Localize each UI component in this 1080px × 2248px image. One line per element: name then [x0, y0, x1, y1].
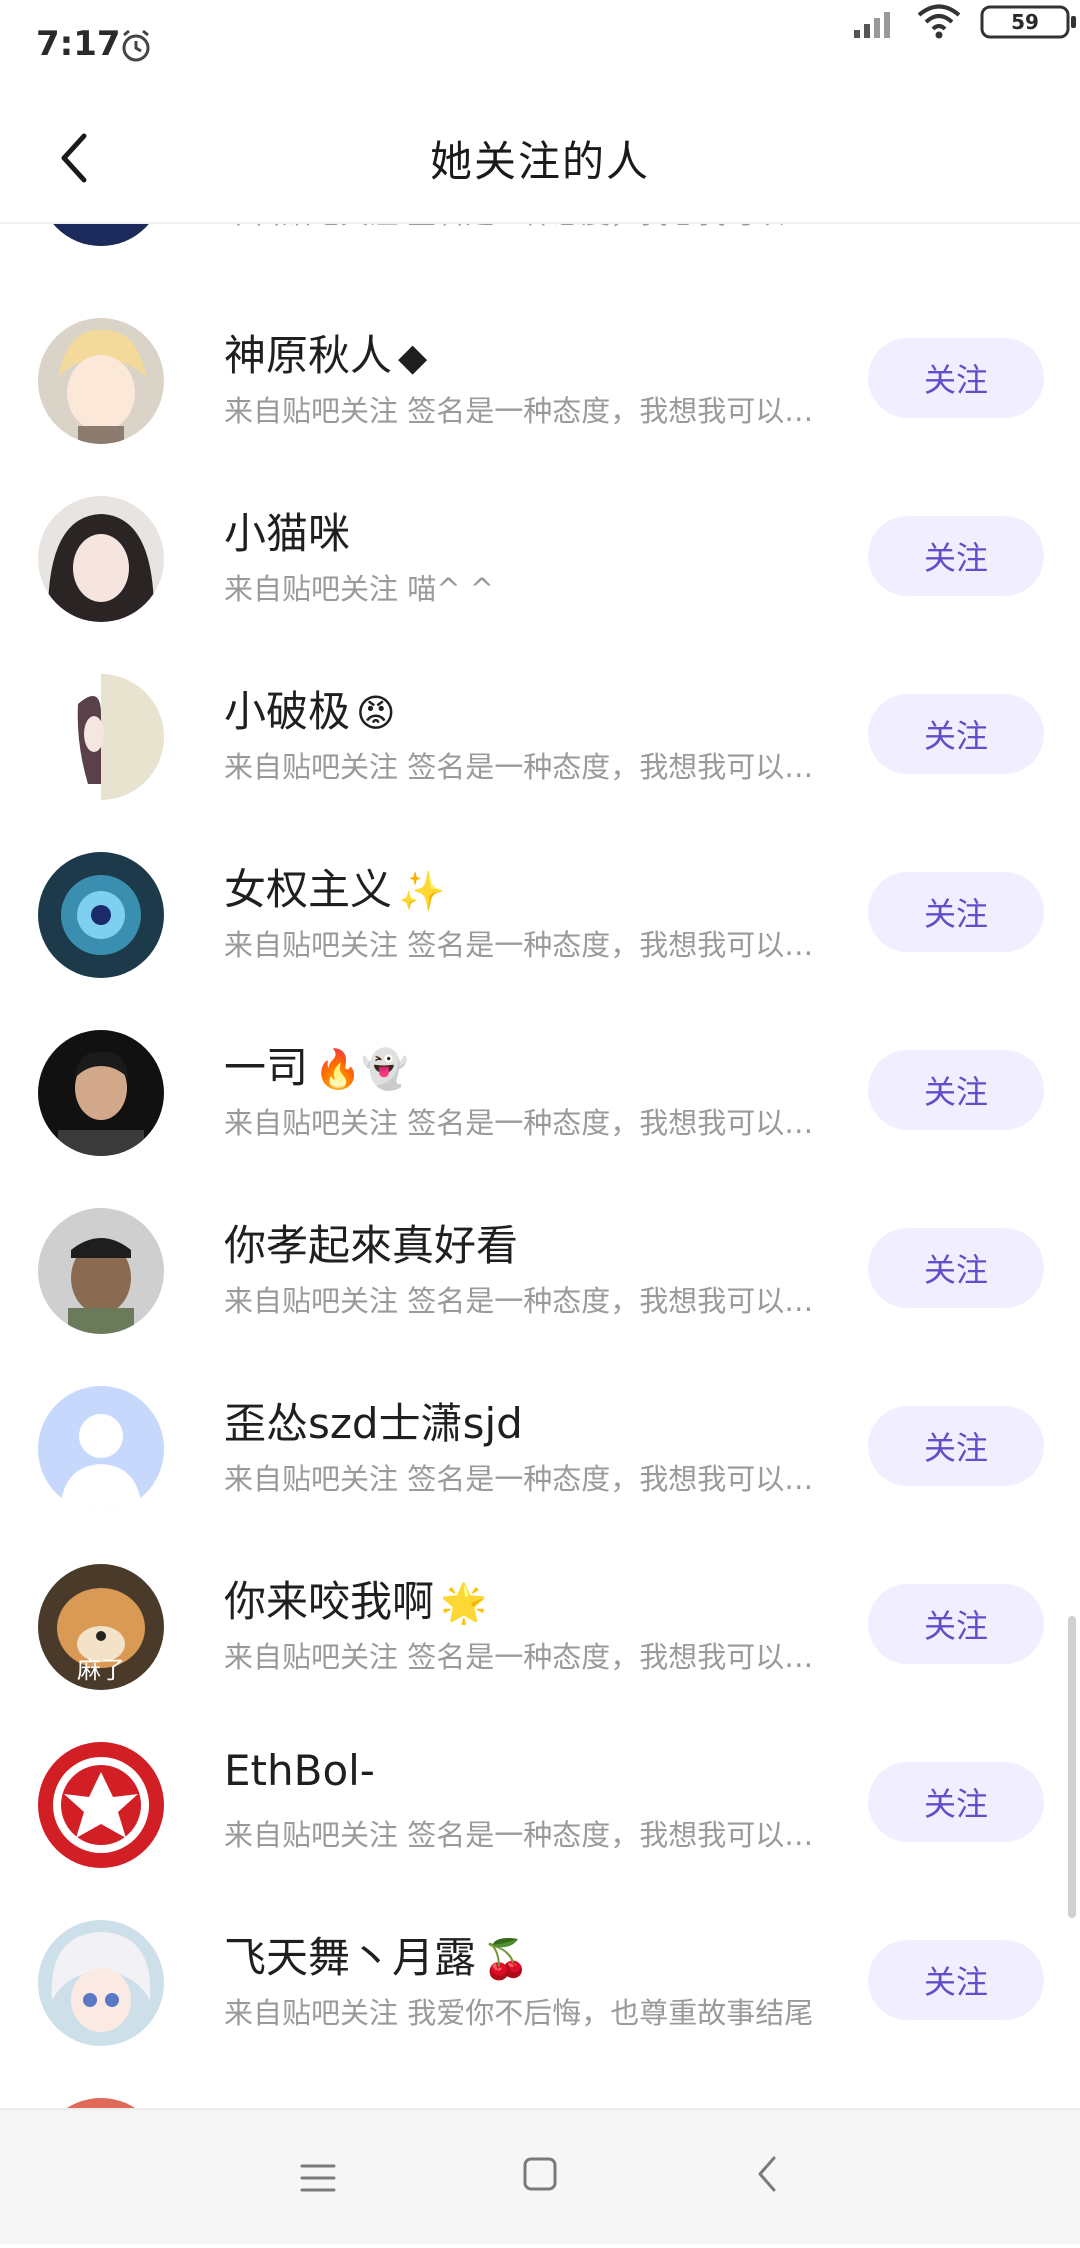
follow-button[interactable]: 关注 [868, 338, 1044, 418]
user-name[interactable]: 歪怂szd士潇sjd [224, 1390, 523, 1451]
list-item[interactable]: 小猫咪 来自贴吧关注 喵^ ^ 关注 [0, 468, 1080, 646]
user-name[interactable]: 你来咬我啊 🌟 [224, 1568, 487, 1629]
user-name[interactable]: 你孝起來真好看 [224, 1212, 518, 1273]
list-item[interactable]: 歪怂szd士潇sjd 来自贴吧关注 签名是一种态度，我想我可以… 关注 [0, 1358, 1080, 1536]
user-description: 来自贴吧关注 我爱你不后悔，也尊重故事结尾 [224, 1996, 814, 2030]
avatar[interactable] [38, 1208, 164, 1334]
follow-button[interactable]: 关注 [868, 872, 1044, 952]
avatar[interactable] [38, 852, 164, 978]
avatar[interactable] [38, 496, 164, 622]
user-description: 来自贴吧关注 签名是一种态度，我想我可以… [224, 750, 814, 784]
user-description: 来自贴吧关注 签名是一种态度，我想我可以… [224, 1284, 814, 1318]
name-emoji: ✨ [398, 869, 446, 913]
user-name[interactable]: 女权主义 ✨ [224, 856, 445, 917]
user-name[interactable]: 小破极 😡 [224, 678, 396, 739]
user-description: 来自贴吧关注 签名是一种态度，我想我可以… [224, 928, 814, 962]
list-item[interactable]: 女权主义 ✨ 来自贴吧关注 签名是一种态度，我想我可以… 关注 [0, 824, 1080, 1002]
user-description: 来自贴吧关注 喵^ ^ [224, 572, 495, 606]
avatar[interactable] [38, 1920, 164, 2046]
user-name[interactable]: 飞天舞丶月露 🍒 [224, 1924, 529, 1985]
list-item[interactable]: EthBol- 来自贴吧关注 签名是一种态度，我想我可以… 关注 [0, 1714, 1080, 1892]
avatar[interactable] [38, 1030, 164, 1156]
follow-button[interactable]: 关注 [868, 1584, 1044, 1664]
user-name[interactable]: 一司 🔥👻 [224, 1034, 409, 1095]
follow-button[interactable]: 关注 [868, 516, 1044, 596]
user-description: 来自贴吧关注 签名是一种态度，我想我可以… [224, 1106, 814, 1140]
name-emoji: 🌟 [440, 1581, 488, 1625]
user-name[interactable]: 小猫咪 [224, 500, 350, 561]
follow-button[interactable]: 关注 [868, 1406, 1044, 1486]
app-header: 她关注的人 [0, 92, 1080, 224]
home-icon[interactable] [522, 2156, 558, 2192]
scrollbar[interactable] [1068, 1616, 1076, 1918]
name-emoji: 😡 [356, 691, 396, 735]
avatar[interactable] [38, 318, 164, 444]
list-item[interactable]: 麻了 你来咬我啊 🌟 来自贴吧关注 签名是一种态度，我想我可以… 关注 [0, 1536, 1080, 1714]
page-title: 她关注的人 [429, 137, 650, 186]
name-emoji: 🔥👻 [314, 1047, 409, 1091]
avatar[interactable] [38, 674, 164, 800]
nav-back-icon[interactable] [752, 2154, 782, 2194]
list-item[interactable]: 神原秋人 ◆ 来自贴吧关注 签名是一种态度，我想我可以… 关注 [0, 290, 1080, 468]
avatar-overlay-text: 麻了 [77, 1656, 125, 1684]
menu-icon[interactable] [298, 2162, 338, 2194]
name-emoji: 🍒 [482, 1937, 530, 1981]
user-description: 来自贴吧关注 签名是一种态度，我想我可以… [224, 394, 814, 428]
follow-button[interactable]: 关注 [868, 694, 1044, 774]
list-item[interactable]: 飞天舞丶月露 🍒 来自贴吧关注 我爱你不后悔，也尊重故事结尾 关注 [0, 1892, 1080, 2070]
follow-button[interactable]: 关注 [868, 1050, 1044, 1130]
avatar[interactable]: 麻了 [38, 1564, 164, 1690]
user-name[interactable]: 神原秋人 ◆ [224, 322, 427, 383]
user-name[interactable]: EthBol- [224, 1746, 375, 1795]
avatar[interactable] [38, 1742, 164, 1868]
name-emoji: ◆ [398, 335, 428, 379]
system-nav-bar [0, 2108, 1080, 2244]
list-item[interactable]: 一司 🔥👻 来自贴吧关注 签名是一种态度，我想我可以… 关注 [0, 1002, 1080, 1180]
follow-button[interactable]: 关注 [868, 1228, 1044, 1308]
list-item[interactable]: 小破极 😡 来自贴吧关注 签名是一种态度，我想我可以… 关注 [0, 646, 1080, 824]
list-item[interactable]: 你孝起來真好看 来自贴吧关注 签名是一种态度，我想我可以… 关注 [0, 1180, 1080, 1358]
following-list: 来自贴吧关注 签名是一种态度，我想我可以… 关注 神原秋人◆ 来自贴吧关注 签名… [0, 0, 1080, 2244]
user-description: 来自贴吧关注 签名是一种态度，我想我可以… [224, 1640, 814, 1674]
user-description: 来自贴吧关注 签名是一种态度，我想我可以… [224, 1818, 814, 1852]
avatar[interactable] [38, 1386, 164, 1512]
follow-button[interactable]: 关注 [868, 1940, 1044, 2020]
user-description: 来自贴吧关注 签名是一种态度，我想我可以… [224, 1462, 814, 1496]
follow-button[interactable]: 关注 [868, 1762, 1044, 1842]
